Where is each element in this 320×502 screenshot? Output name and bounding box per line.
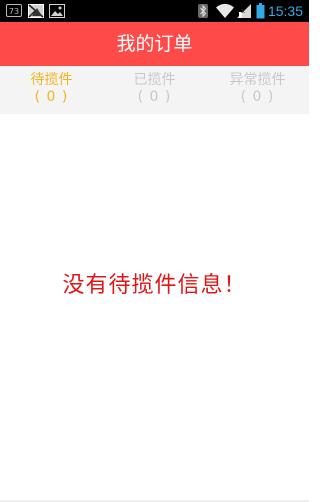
tab-count: ( 0 ) (34, 89, 69, 105)
bluetooth-icon (198, 4, 208, 18)
status-bar: 73 x 15:35 (0, 0, 309, 22)
tab-count: ( 0 ) (240, 89, 275, 105)
mail-icon (28, 4, 44, 18)
empty-state-message: 没有待揽件信息！ (62, 273, 247, 298)
tab-picked-up[interactable]: 已揽件 ( 0 ) (103, 66, 206, 114)
tab-label: 已揽件 (133, 72, 176, 88)
tab-exception-pickup[interactable]: 异常揽件 ( 0 ) (206, 66, 309, 114)
app-screen: 73 x 15:35 我的订单 待揽件 (0) 已揽件 (0) 异常揽件… (0, 0, 309, 502)
header: 我的订单 (0, 22, 309, 66)
battery-icon (256, 3, 265, 19)
order-tabs: 待揽件 ( 0 ) 已揽件 ( 0 ) 异常揽件 ( 0 ) (0, 66, 309, 114)
tab-pending-pickup[interactable]: 待揽件 ( 0 ) (0, 66, 103, 114)
tab-count: ( 0 ) (137, 89, 172, 105)
notification-badge-icon: 73 (6, 4, 22, 17)
signal-icon: x (237, 4, 251, 18)
clock-time: 15:35 (267, 3, 303, 19)
svg-text:x: x (241, 7, 245, 15)
tab-label: 待揽件 (30, 72, 73, 88)
page-title: 我的订单 (116, 33, 193, 55)
image-icon (49, 4, 65, 18)
tab-label: 异常揽件 (229, 72, 286, 88)
wifi-icon (216, 3, 234, 18)
